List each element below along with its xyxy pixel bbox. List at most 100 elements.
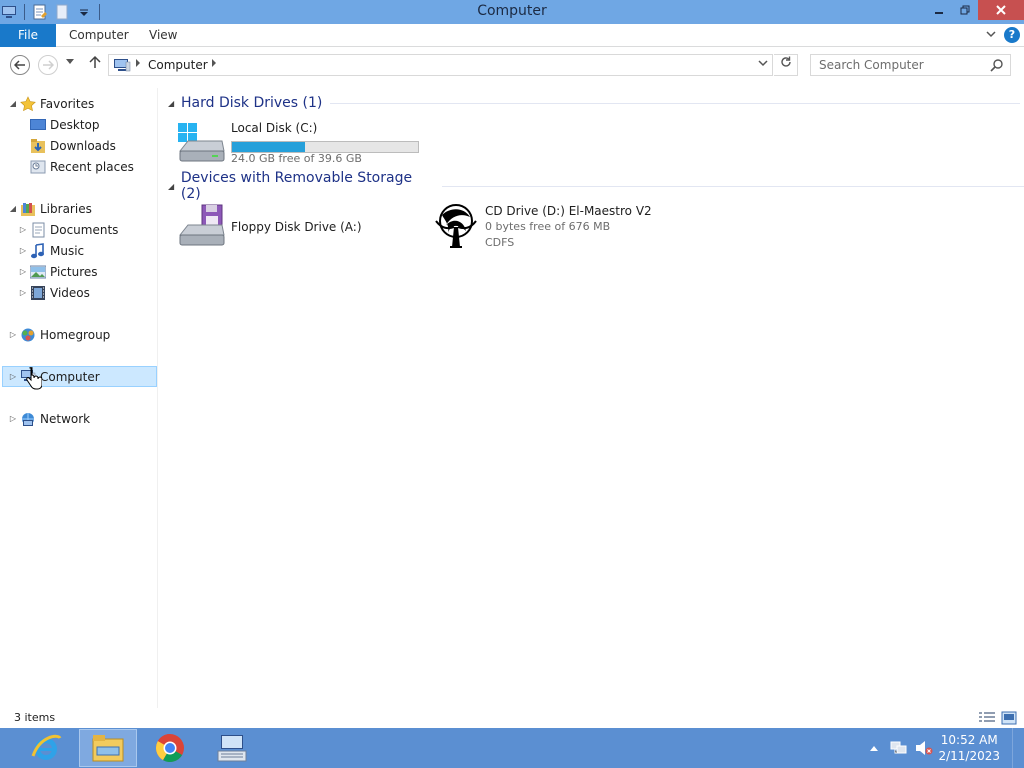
computer-icon	[113, 58, 131, 76]
nav-label: Libraries	[40, 201, 92, 216]
drive-filesystem: CDFS	[485, 236, 515, 249]
drive-name: CD Drive (D:) El-Maestro V2	[485, 204, 652, 218]
search-icon[interactable]	[990, 58, 1004, 75]
collapse-icon[interactable]: ◢	[8, 99, 18, 108]
volume-muted-icon[interactable]	[915, 728, 933, 768]
drive-name: Local Disk (C:)	[231, 121, 318, 135]
breadcrumb-separator-icon[interactable]	[135, 58, 141, 71]
nav-favorites[interactable]: ◢ Favorites	[8, 93, 94, 114]
taskbar-chrome[interactable]	[141, 729, 199, 767]
recent-places-icon	[30, 159, 46, 175]
keyboard-icon	[217, 735, 247, 762]
tab-file[interactable]: File	[0, 24, 56, 47]
nav-libraries[interactable]: ◢ Libraries	[8, 198, 92, 219]
restore-button[interactable]	[952, 0, 978, 20]
up-button[interactable]	[87, 55, 103, 75]
large-icons-view-icon[interactable]	[1000, 710, 1018, 726]
videos-icon	[30, 285, 46, 301]
documents-icon	[30, 222, 46, 238]
taskbar-file-explorer[interactable]	[79, 729, 137, 767]
mouse-cursor-icon	[26, 365, 43, 394]
group-title: Hard Disk Drives (1)	[181, 95, 323, 111]
show-desktop-button[interactable]	[1012, 728, 1024, 768]
nav-label: Videos	[50, 285, 90, 300]
expand-icon[interactable]: ▷	[18, 267, 28, 276]
drive-floppy-a[interactable]: Floppy Disk Drive (A:)	[178, 203, 408, 251]
file-explorer-icon	[92, 735, 124, 762]
collapse-icon[interactable]: ◢	[8, 204, 18, 213]
group-title: Devices with Removable Storage (2)	[180, 170, 413, 202]
network-tray-icon[interactable]	[890, 728, 908, 768]
collapse-group-icon[interactable]: ◢	[168, 182, 178, 191]
taskbar: 10:52 AM 2/11/2023	[0, 728, 1024, 768]
breadcrumb-separator-icon[interactable]	[211, 58, 217, 71]
expand-icon[interactable]: ▷	[18, 225, 28, 234]
ribbon-tabs: File Computer View ?	[0, 24, 1024, 47]
nav-label: Homegroup	[40, 327, 111, 342]
collapse-group-icon[interactable]: ◢	[168, 99, 178, 108]
expand-icon[interactable]: ▷	[18, 288, 28, 297]
details-view-icon[interactable]	[978, 710, 996, 726]
cd-drive-tree-icon	[432, 203, 482, 249]
refresh-icon	[780, 56, 791, 67]
tab-view[interactable]: View	[149, 24, 177, 47]
downloads-icon	[30, 138, 46, 154]
star-icon	[20, 95, 36, 112]
nav-label: Network	[40, 411, 91, 426]
nav-homegroup[interactable]: ▷ Homegroup	[8, 324, 110, 345]
clock-time: 10:52 AM	[940, 733, 998, 747]
expand-icon[interactable]: ▷	[8, 414, 18, 423]
window-controls	[926, 0, 1024, 22]
address-dropdown-icon[interactable]	[758, 59, 768, 70]
status-bar: 3 items	[0, 708, 1024, 728]
nav-pictures[interactable]: ▷ Pictures	[18, 261, 98, 282]
nav-network[interactable]: ▷ Network	[8, 408, 90, 429]
search-input[interactable]	[819, 58, 989, 72]
show-hidden-icons-icon[interactable]	[869, 728, 879, 768]
nav-music[interactable]: ▷ Music	[18, 240, 84, 261]
nav-label: Desktop	[50, 117, 100, 132]
hard-drive-icon	[178, 119, 228, 165]
taskbar-internet-explorer[interactable]	[17, 729, 75, 767]
expand-ribbon-icon[interactable]	[986, 27, 996, 41]
nav-label: Computer	[40, 369, 100, 384]
tab-computer[interactable]: Computer	[69, 24, 129, 47]
expand-icon[interactable]: ▷	[8, 372, 18, 381]
drive-free-space: 24.0 GB free of 39.6 GB	[231, 152, 362, 165]
nav-videos[interactable]: ▷ Videos	[18, 282, 90, 303]
nav-downloads[interactable]: Downloads	[18, 135, 116, 156]
nav-label: Music	[50, 243, 85, 258]
chrome-icon	[156, 734, 184, 762]
taskbar-clock[interactable]: 10:52 AM 2/11/2023	[938, 732, 1000, 764]
expand-icon[interactable]: ▷	[8, 330, 18, 339]
network-icon	[20, 411, 36, 427]
internet-explorer-icon	[31, 734, 62, 760]
search-box[interactable]	[810, 54, 1011, 76]
forward-button[interactable]	[38, 55, 58, 75]
recent-locations-icon[interactable]	[66, 58, 74, 68]
nav-label: Documents	[50, 222, 119, 237]
breadcrumb-computer[interactable]: Computer	[148, 58, 208, 72]
title-bar: Computer	[0, 0, 1024, 24]
pictures-icon	[30, 264, 46, 280]
nav-desktop[interactable]: Desktop	[18, 114, 100, 135]
back-button[interactable]	[10, 55, 30, 75]
refresh-button[interactable]	[774, 54, 798, 76]
nav-recent-places[interactable]: Recent places	[18, 156, 134, 177]
address-bar[interactable]: Computer	[108, 54, 773, 76]
drive-local-disk-c[interactable]: Local Disk (C:) 24.0 GB free of 39.6 GB	[178, 119, 428, 167]
drive-usage-fill	[232, 142, 305, 152]
group-header-hard-disk-drives[interactable]: ◢ Hard Disk Drives (1)	[168, 93, 1021, 113]
drive-cd-d[interactable]: CD Drive (D:) El-Maestro V2 0 bytes free…	[432, 203, 662, 251]
taskbar-on-screen-keyboard[interactable]	[203, 729, 261, 767]
close-button[interactable]	[978, 0, 1024, 20]
minimize-button[interactable]	[926, 0, 952, 20]
floppy-drive-icon	[178, 203, 228, 249]
nav-documents[interactable]: ▷ Documents	[18, 219, 118, 240]
nav-label: Pictures	[50, 264, 98, 279]
window-title: Computer	[477, 3, 547, 19]
group-header-removable-storage[interactable]: ◢ Devices with Removable Storage (2)	[168, 170, 1024, 202]
help-icon[interactable]: ?	[1004, 27, 1020, 43]
item-count: 3 items	[14, 711, 56, 724]
expand-icon[interactable]: ▷	[18, 246, 28, 255]
